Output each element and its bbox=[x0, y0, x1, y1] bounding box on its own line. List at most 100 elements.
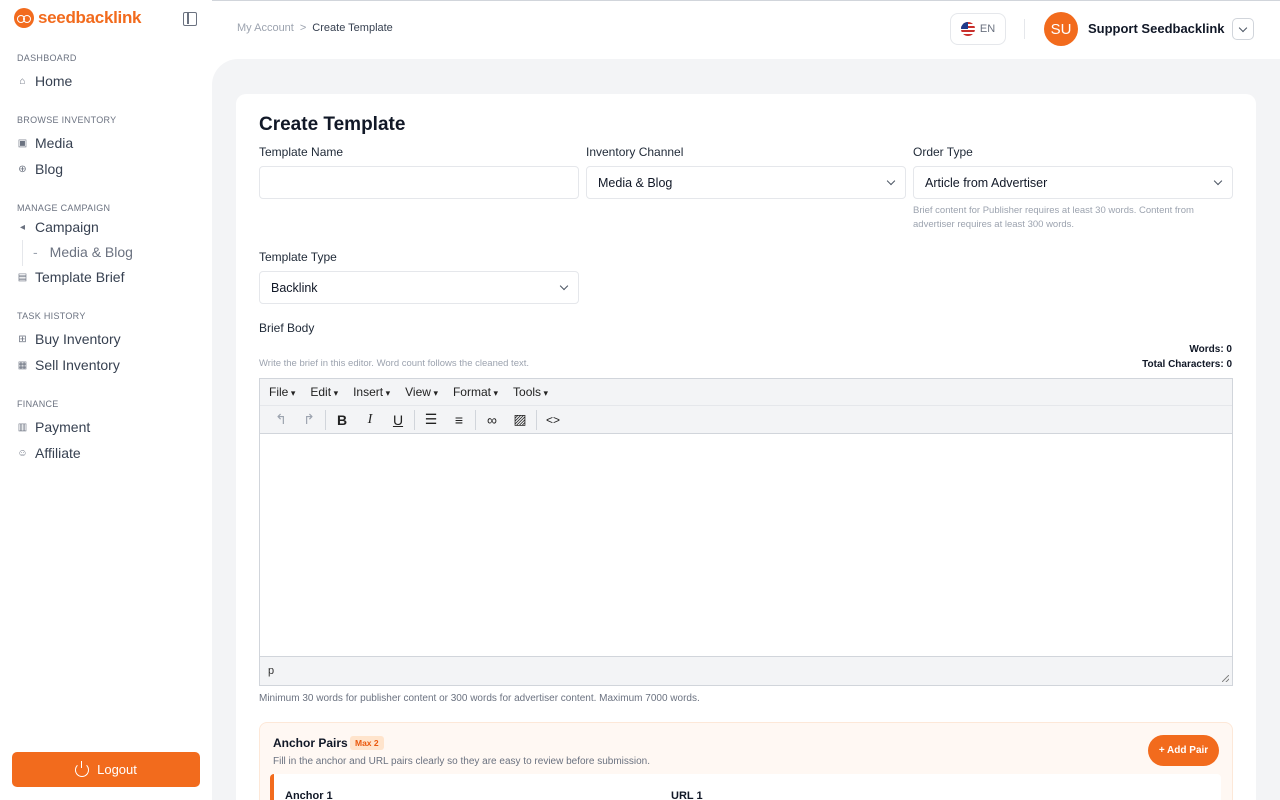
add-pair-button[interactable]: + Add Pair bbox=[1148, 735, 1219, 766]
underline-icon[interactable]: U bbox=[384, 412, 412, 428]
sidebar-item-campaign[interactable]: ◂ Campaign bbox=[17, 219, 99, 235]
undo-icon[interactable]: ↰ bbox=[267, 411, 295, 428]
document-icon: ▤ bbox=[17, 271, 28, 283]
section-task-history: TASK HISTORY bbox=[17, 311, 86, 321]
monitor-icon: ▣ bbox=[17, 137, 28, 149]
submenu-rail bbox=[22, 240, 23, 266]
sidebar-item-sell-inventory[interactable]: ▦ Sell Inventory bbox=[17, 357, 120, 373]
order-type-label: Order Type bbox=[913, 145, 973, 159]
sidebar: seedbacklink DASHBOARD ⌂ Home BROWSE INV… bbox=[0, 0, 212, 800]
section-finance: FINANCE bbox=[17, 399, 59, 409]
page-title: Create Template bbox=[259, 114, 406, 135]
inventory-channel-label: Inventory Channel bbox=[586, 145, 684, 159]
sidebar-item-label: Payment bbox=[35, 419, 91, 435]
logo-icon bbox=[14, 8, 34, 28]
header-divider bbox=[1024, 19, 1025, 39]
order-type-value: Article from Advertiser bbox=[925, 175, 1048, 190]
sidebar-item-affiliate[interactable]: ☺ Affiliate bbox=[17, 445, 80, 461]
url-1-label: URL 1 bbox=[671, 790, 703, 800]
chevron-down-icon bbox=[559, 281, 569, 291]
power-icon bbox=[75, 760, 90, 777]
bullet-list-icon[interactable]: ☰ bbox=[417, 411, 445, 428]
home-icon: ⌂ bbox=[19, 75, 26, 87]
template-name-input[interactable] bbox=[259, 166, 579, 199]
breadcrumb-current: Create Template bbox=[312, 22, 393, 34]
cart-icon: ⊞ bbox=[18, 333, 27, 345]
link-icon[interactable]: ∞ bbox=[478, 412, 506, 428]
menu-edit[interactable]: Edit bbox=[310, 385, 338, 399]
brief-body-hint: Write the brief in this editor. Word cou… bbox=[259, 358, 530, 369]
max-pairs-badge: Max 2 bbox=[350, 736, 384, 750]
menu-file[interactable]: File bbox=[269, 385, 295, 399]
anchor-pairs-title: Anchor Pairs bbox=[273, 736, 348, 750]
sidebar-item-blog[interactable]: ⊕ Blog bbox=[17, 161, 63, 177]
breadcrumb-parent[interactable]: My Account bbox=[237, 22, 294, 34]
toolbar-divider bbox=[325, 409, 326, 430]
anchor-pair-card bbox=[270, 774, 1221, 800]
word-count: Words: 0 bbox=[1189, 344, 1232, 355]
sidebar-toggle-icon[interactable] bbox=[183, 12, 197, 26]
brand-logo[interactable]: seedbacklink bbox=[14, 8, 141, 28]
brief-body-footer-hint: Minimum 30 words for publisher content o… bbox=[259, 693, 700, 704]
language-code: EN bbox=[979, 23, 996, 35]
sidebar-item-home[interactable]: ⌂ Home bbox=[17, 73, 72, 89]
menu-view[interactable]: View bbox=[405, 385, 438, 399]
numbered-list-icon[interactable]: ≡ bbox=[445, 412, 473, 428]
sidebar-item-label: Media & Blog bbox=[49, 244, 133, 260]
user-name[interactable]: Support Seedbacklink bbox=[1088, 21, 1225, 36]
character-count: Total Characters: 0 bbox=[1142, 359, 1232, 370]
menu-format[interactable]: Format bbox=[453, 385, 498, 399]
sidebar-item-label: Home bbox=[35, 73, 73, 89]
logout-label: Logout bbox=[97, 762, 137, 777]
toolbar-divider bbox=[414, 409, 415, 430]
inventory-channel-select[interactable]: Media & Blog bbox=[586, 166, 906, 199]
brand-name: seedbacklink bbox=[38, 8, 142, 27]
code-icon[interactable]: <> bbox=[539, 413, 567, 427]
us-flag-icon bbox=[960, 22, 975, 36]
element-path[interactable]: p bbox=[268, 665, 274, 677]
store-icon: ▦ bbox=[17, 359, 28, 371]
globe-icon: ⊕ bbox=[18, 163, 27, 175]
template-type-select[interactable]: Backlink bbox=[259, 271, 579, 304]
toolbar-divider bbox=[536, 409, 537, 430]
menu-insert[interactable]: Insert bbox=[353, 385, 390, 399]
anchor-1-label: Anchor 1 bbox=[285, 790, 333, 800]
sidebar-item-payment[interactable]: ▥ Payment bbox=[17, 419, 90, 435]
word-counter: Words: 0 Total Characters: 0 bbox=[1142, 342, 1232, 372]
sidebar-item-label: Buy Inventory bbox=[35, 331, 121, 347]
logout-button[interactable]: Logout bbox=[12, 752, 200, 787]
image-icon[interactable]: ▨ bbox=[506, 411, 534, 428]
editor-statusbar: p bbox=[260, 656, 1232, 685]
editor-menubar: File Edit Insert View Format Tools bbox=[260, 379, 1232, 406]
toolbar-divider bbox=[475, 409, 476, 430]
order-type-select[interactable]: Article from Advertiser bbox=[913, 166, 1233, 199]
bold-icon[interactable]: B bbox=[328, 412, 356, 428]
editor-toolbar: ↰ ↱ B I U ☰ ≡ ∞ ▨ <> bbox=[260, 406, 1232, 434]
sidebar-item-label: Template Brief bbox=[35, 269, 125, 285]
italic-icon[interactable]: I bbox=[356, 412, 384, 428]
user-menu-toggle[interactable] bbox=[1232, 18, 1254, 40]
order-type-hint: Brief content for Publisher requires at … bbox=[913, 205, 1194, 230]
anchor-pairs-description: Fill in the anchor and URL pairs clearly… bbox=[273, 756, 651, 767]
rich-text-editor: File Edit Insert View Format Tools ↰ ↱ B… bbox=[259, 378, 1233, 686]
sidebar-item-label: Blog bbox=[35, 161, 64, 177]
menu-tools[interactable]: Tools bbox=[513, 385, 548, 399]
resize-handle-icon[interactable] bbox=[1222, 675, 1229, 682]
sidebar-item-media-blog[interactable]: - Media & Blog bbox=[33, 244, 133, 260]
section-browse-inventory: BROWSE INVENTORY bbox=[17, 115, 117, 125]
sidebar-item-template-brief[interactable]: ▤ Template Brief bbox=[17, 269, 125, 285]
brief-body-label: Brief Body bbox=[259, 321, 315, 335]
breadcrumb-separator: > bbox=[299, 22, 307, 34]
language-selector[interactable]: EN bbox=[950, 13, 1006, 45]
inventory-channel-value: Media & Blog bbox=[598, 175, 673, 190]
sidebar-item-buy-inventory[interactable]: ⊞ Buy Inventory bbox=[17, 331, 121, 347]
template-name-label: Template Name bbox=[259, 145, 344, 159]
editor-content-area[interactable] bbox=[260, 434, 1232, 656]
avatar[interactable]: SU bbox=[1044, 12, 1078, 46]
sidebar-item-media[interactable]: ▣ Media bbox=[17, 135, 73, 151]
section-dashboard: DASHBOARD bbox=[17, 53, 77, 63]
section-manage-campaign: MANAGE CAMPAIGN bbox=[17, 203, 111, 213]
redo-icon[interactable]: ↱ bbox=[295, 411, 323, 428]
template-type-label: Template Type bbox=[259, 250, 337, 264]
chevron-down-icon bbox=[886, 176, 896, 186]
